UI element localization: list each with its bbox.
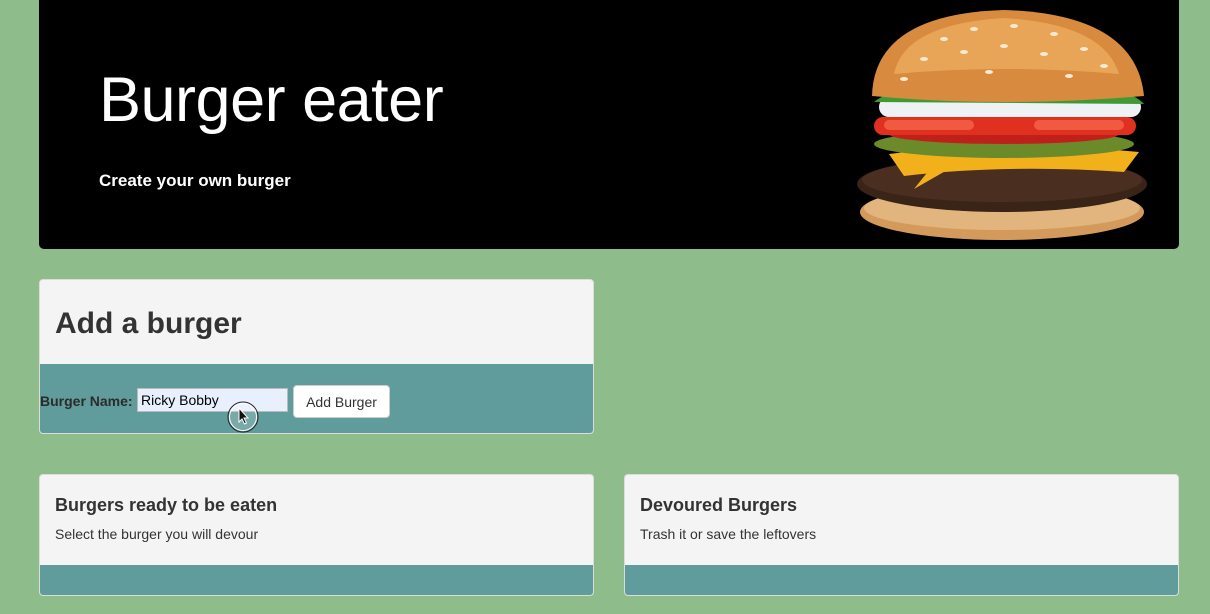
ready-burgers-panel: Burgers ready to be eaten Select the bur… [39,474,594,596]
devoured-burgers-panel: Devoured Burgers Trash it or save the le… [624,474,1179,596]
burger-name-label: Burger Name: [40,393,133,409]
add-burger-panel: Add a burger Burger Name: Add Burger [39,279,594,434]
burger-name-input[interactable] [137,388,288,412]
ready-burgers-list [40,565,593,595]
page-tagline: Create your own burger [99,171,291,190]
header-jumbotron: Burger eater Create your own burger [39,0,1179,249]
burger-image-icon [857,10,1147,240]
ready-burgers-subtitle: Select the burger you will devour [55,526,259,542]
add-burger-form: Burger Name: Add Burger [40,364,593,433]
add-burger-button[interactable]: Add Burger [293,385,390,418]
page-title: Burger eater [99,65,444,135]
devoured-burgers-subtitle: Trash it or save the leftovers [640,526,817,542]
devoured-burgers-list [625,565,1178,595]
add-burger-heading: Add a burger [55,307,242,340]
devoured-burgers-heading: Devoured Burgers [640,495,798,515]
ready-burgers-heading: Burgers ready to be eaten [55,495,278,515]
mouse-cursor-icon [227,401,259,433]
